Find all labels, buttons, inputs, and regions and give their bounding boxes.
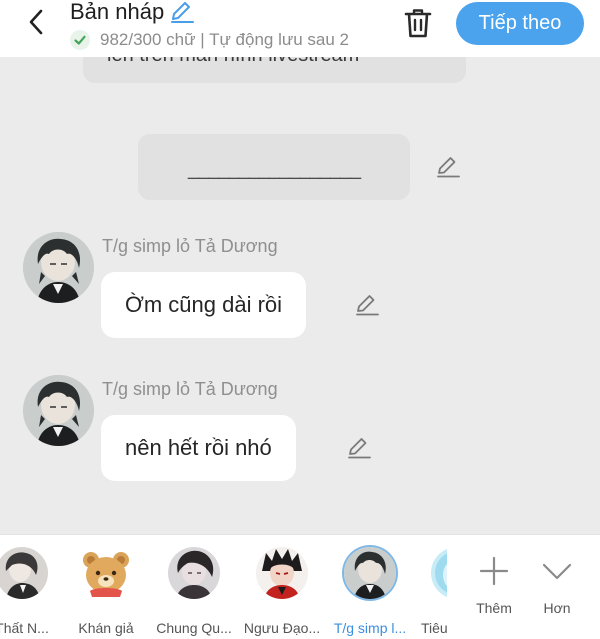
character-avatar-chungqu-icon (168, 547, 220, 599)
message-sender: T/g simp lỏ Tả Dương (102, 236, 278, 256)
message-bubble[interactable]: Ờm cũng dài rồi (101, 272, 307, 338)
edit-title-button[interactable] (169, 0, 195, 24)
add-label: Thêm (476, 600, 512, 616)
edit-message-button[interactable] (345, 434, 373, 462)
pencil-icon (437, 157, 460, 178)
message-text: Ờm cũng dài rồi (125, 292, 283, 317)
character-item[interactable]: Chung Qu... (155, 545, 233, 636)
page-title: Bản nháp (70, 0, 165, 24)
chevron-left-icon (29, 9, 43, 35)
divider-text: _________________ (187, 157, 361, 180)
character-item[interactable]: Ngưu Đạo... (243, 545, 321, 636)
character-avatar-nguudao-icon (256, 547, 308, 599)
delete-button[interactable] (400, 6, 436, 40)
character-selector-bar: Thất N... Khán giả Chung Qu... Ngưu Đạo.… (0, 534, 600, 639)
character-label: Tiêu (421, 620, 447, 635)
character-label: Chung Qu... (156, 620, 232, 636)
character-item[interactable]: Khán giả (67, 545, 145, 636)
plus-icon (478, 555, 510, 587)
message-bubble[interactable]: nên hết rồi nhó (101, 415, 296, 481)
back-button[interactable] (18, 6, 54, 38)
character-label: Thất N... (0, 620, 49, 636)
next-button[interactable]: Tiếp theo (456, 2, 584, 45)
character-item[interactable]: Thất N... (0, 545, 61, 636)
chevron-down-icon (541, 555, 573, 587)
edit-divider-button[interactable] (434, 153, 462, 181)
more-button[interactable]: Hơn (529, 551, 585, 631)
message-sender: T/g simp lỏ Tả Dương (102, 379, 278, 399)
pencil-icon (171, 2, 195, 23)
draft-title-area: Bản nháp 982/300 chữ | Tự động lưu sau 2 (70, 0, 390, 57)
word-count-status: 982/300 chữ | Tự động lưu sau 2 (70, 29, 375, 51)
word-count-text: 982/300 chữ | Tự động lưu sau 2 (100, 30, 350, 49)
check-circle-icon (70, 30, 90, 50)
character-avatar-tgsimp-icon (344, 547, 396, 599)
character-label: Khán giả (78, 620, 134, 636)
edit-message-button[interactable] (353, 291, 381, 319)
bear-avatar-icon (80, 547, 132, 599)
pencil-icon (356, 295, 379, 316)
add-character-button[interactable]: Thêm (466, 551, 522, 631)
character-label: Ngưu Đạo... (243, 620, 321, 636)
avatar[interactable] (23, 375, 94, 446)
character-item[interactable]: Tiêu (397, 545, 447, 635)
top-bar: Bản nháp 982/300 chữ | Tự động lưu sau 2 (0, 0, 600, 57)
trash-icon (404, 9, 432, 38)
character-avatar-thatn-icon (0, 547, 48, 599)
character-avatar-tieu-icon (431, 547, 447, 599)
more-label: Hơn (543, 600, 571, 616)
pencil-icon (348, 438, 371, 459)
message-text: nên hết rồi nhó (125, 435, 272, 460)
divider-bubble[interactable]: _________________ (138, 134, 410, 200)
avatar[interactable] (23, 232, 94, 303)
